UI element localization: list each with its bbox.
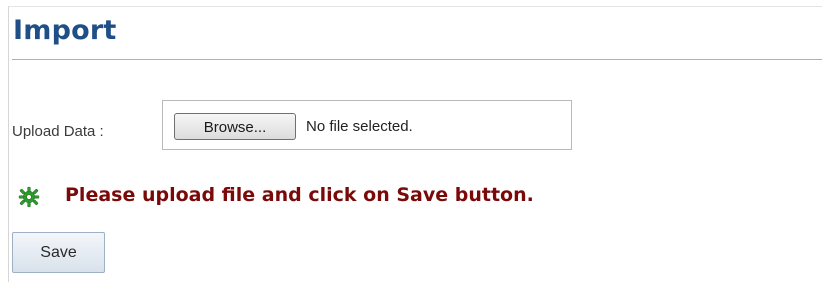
status-message-text: Please upload file and click on Save but…	[65, 184, 534, 206]
title-divider	[12, 59, 822, 60]
save-button[interactable]: Save	[12, 232, 105, 273]
page-title: Import	[13, 15, 117, 46]
upload-data-label: Upload Data :	[12, 123, 104, 140]
gear-icon	[18, 186, 40, 208]
import-panel: Import Upload Data : Browse... No file s…	[8, 6, 822, 282]
file-status-text: No file selected.	[306, 118, 413, 135]
browse-button[interactable]: Browse...	[174, 113, 296, 140]
file-input[interactable]: Browse... No file selected.	[162, 100, 572, 150]
